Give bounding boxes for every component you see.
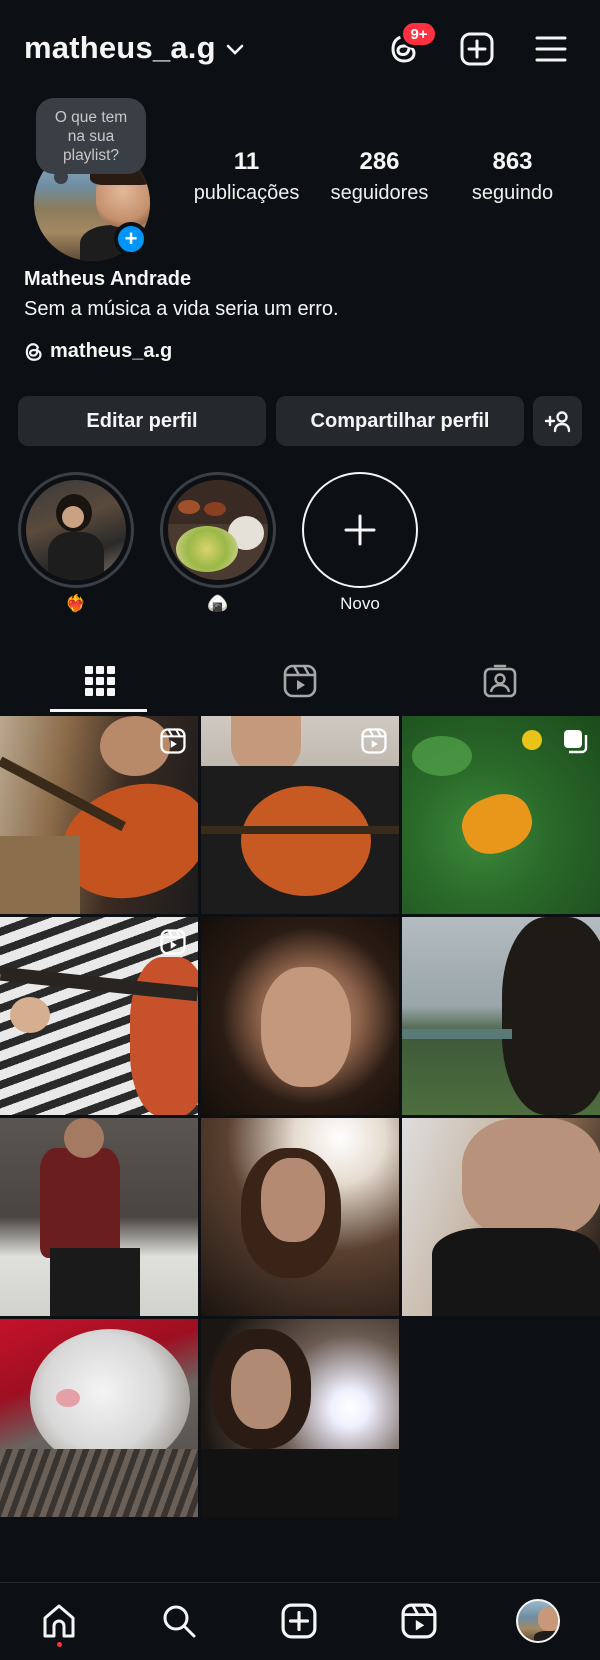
plus-icon [344, 514, 376, 546]
highlight-label: Novo [340, 594, 380, 613]
post-tile[interactable] [201, 1319, 399, 1517]
share-profile-button[interactable]: Compartilhar perfil [276, 396, 524, 446]
grid-icon [85, 666, 115, 696]
notification-badge: 9+ [400, 20, 438, 48]
top-bar: matheus_a.g 9+ [0, 0, 600, 100]
post-tile[interactable] [402, 1118, 600, 1316]
post-tile[interactable] [201, 1118, 399, 1316]
reels-icon [401, 1603, 437, 1639]
highlight-label: ❤️‍🔥 [65, 594, 87, 613]
new-highlight-ring [302, 472, 418, 588]
post-tile[interactable] [402, 917, 600, 1115]
search-icon [163, 1605, 196, 1638]
post-tile[interactable] [0, 716, 198, 914]
profile-bio: Sem a música a vida seria um erro. [24, 298, 339, 320]
create-icon [281, 1603, 317, 1639]
stat-followers[interactable]: 286 seguidores [313, 148, 446, 205]
reel-icon [361, 728, 387, 754]
profile-name: Matheus Andrade [24, 268, 192, 290]
highlight-ring [160, 472, 276, 588]
reel-icon [160, 929, 186, 955]
add-story-plus-icon[interactable]: + [114, 222, 148, 256]
post-tile[interactable] [0, 1319, 198, 1517]
stat-following[interactable]: 863 seguindo [446, 148, 579, 205]
stat-followers-label: seguidores [330, 182, 429, 204]
stat-following-label: seguindo [471, 182, 554, 204]
home-icon [43, 1604, 75, 1638]
add-person-icon [544, 411, 570, 433]
new-highlight[interactable]: Novo [302, 472, 418, 614]
username-title: matheus_a.g [24, 30, 216, 65]
create-post-button[interactable] [457, 29, 497, 69]
highlight-1[interactable]: ❤️‍🔥 [18, 472, 134, 614]
highlight-ring [18, 472, 134, 588]
chevron-down-icon [226, 44, 244, 55]
highlight-2[interactable]: 🍙 [160, 472, 276, 614]
hamburger-menu-icon [535, 36, 567, 62]
edit-profile-button[interactable]: Editar perfil [18, 396, 266, 446]
menu-button[interactable] [531, 29, 571, 69]
stat-posts[interactable]: 11 publicações [180, 148, 313, 205]
active-tab-indicator [50, 709, 147, 712]
nav-profile[interactable] [516, 1599, 560, 1643]
nav-create[interactable] [277, 1599, 321, 1643]
stat-followers-count: 286 [359, 148, 400, 175]
reel-icon [160, 728, 186, 754]
threads-handle: matheus_a.g [50, 340, 173, 362]
stat-posts-label: publicações [193, 182, 300, 204]
bottom-navigation [0, 1582, 600, 1660]
stat-following-count: 863 [492, 148, 533, 175]
tab-posts-grid[interactable] [0, 650, 200, 712]
profile-stats: 11 publicações 286 seguidores 863 seguin… [180, 148, 580, 205]
note-line-3: playlist? [63, 147, 119, 164]
profile-avatar-small [516, 1599, 560, 1643]
account-switcher[interactable]: matheus_a.g [24, 30, 244, 66]
post-tile[interactable] [0, 1118, 198, 1316]
tagged-icon [483, 664, 517, 698]
post-tile[interactable] [201, 716, 399, 914]
home-activity-dot [57, 1642, 62, 1647]
post-tile[interactable] [201, 917, 399, 1115]
post-tile[interactable] [0, 917, 198, 1115]
carousel-icon [564, 730, 588, 754]
threads-icon [25, 342, 42, 361]
tab-tagged[interactable] [400, 650, 600, 712]
note-line-2: na sua [67, 128, 115, 145]
reels-icon [283, 664, 317, 698]
nav-search[interactable] [157, 1599, 201, 1643]
stat-posts-count: 11 [233, 148, 260, 175]
highlight-cover [168, 480, 268, 580]
tab-reels[interactable] [200, 650, 400, 712]
highlight-label: 🍙 [207, 594, 229, 613]
highlight-cover [26, 480, 126, 580]
nav-reels[interactable] [397, 1599, 441, 1643]
note-line-1: O que tem [54, 109, 128, 126]
post-tile[interactable] [402, 716, 600, 914]
profile-tabs [0, 650, 600, 714]
nav-home[interactable] [37, 1599, 81, 1643]
discover-people-button[interactable] [533, 396, 582, 446]
plus-square-icon [460, 32, 494, 66]
threads-profile-link[interactable]: matheus_a.g [24, 340, 172, 363]
profile-note[interactable]: O que tem na sua playlist? [36, 98, 146, 184]
